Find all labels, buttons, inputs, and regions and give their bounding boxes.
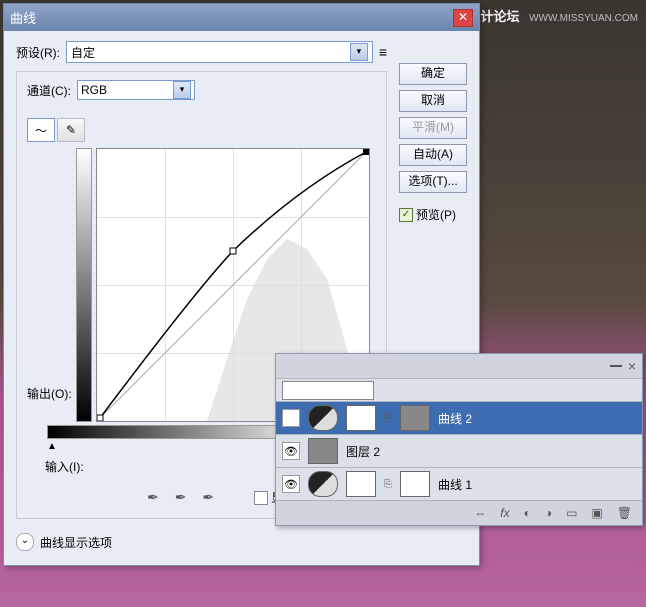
expand-icon: ⌄ xyxy=(16,533,34,551)
display-options-toggle[interactable]: ⌄ 曲线显示选项 xyxy=(16,533,387,551)
adjustment-layer-icon[interactable]: ◑ xyxy=(545,506,552,520)
preview-checkbox[interactable]: ✓ 预览(P) xyxy=(399,206,467,223)
layer-thumb[interactable] xyxy=(308,438,338,464)
checkbox-icon xyxy=(254,491,268,505)
fx-icon[interactable]: fx xyxy=(500,506,509,520)
titlebar[interactable]: 曲线 ✕ xyxy=(4,4,479,31)
mask-thumb[interactable] xyxy=(346,471,376,497)
input-label: 输入(I): xyxy=(45,460,84,474)
layer-name[interactable]: 图层 2 xyxy=(346,443,380,460)
link-layers-icon[interactable]: ⇔ xyxy=(474,506,486,520)
layer-name[interactable]: 曲线 1 xyxy=(438,476,472,493)
ok-button[interactable]: 确定 xyxy=(399,63,467,85)
mask-thumb[interactable] xyxy=(346,405,376,431)
link-icon: ⎘ xyxy=(384,479,392,490)
watermark-sub: WWW.MISSYUAN.COM xyxy=(529,13,638,24)
adjustment-thumb-icon xyxy=(308,471,338,497)
layer-row[interactable]: 👁 ⎘ 曲线 2 xyxy=(276,402,642,435)
minimize-icon[interactable] xyxy=(610,365,622,367)
new-layer-icon[interactable]: ▣ xyxy=(591,506,602,520)
preset-select[interactable]: 自定 ▾ xyxy=(66,41,373,63)
pencil-tool-icon[interactable]: ✎ xyxy=(57,118,85,142)
trash-icon[interactable]: 🗑 xyxy=(617,506,632,520)
smooth-button: 平滑(M) xyxy=(399,117,467,139)
group-icon[interactable]: ▭ xyxy=(566,506,577,520)
link-icon: ⎘ xyxy=(384,413,392,424)
gray-point-eyedropper-icon[interactable]: ✒ xyxy=(175,489,187,506)
cancel-button[interactable]: 取消 xyxy=(399,90,467,112)
auto-button[interactable]: 自动(A) xyxy=(399,144,467,166)
display-options-label: 曲线显示选项 xyxy=(40,534,112,551)
panel-footer: ⇔ fx ◐ ◑ ▭ ▣ 🗑 xyxy=(276,501,642,525)
chevron-down-icon: ▾ xyxy=(350,43,368,61)
layer-thumb[interactable] xyxy=(400,471,430,497)
preset-menu-icon[interactable]: ≡ xyxy=(379,44,387,60)
black-point-eyedropper-icon[interactable]: ✒ xyxy=(147,489,159,506)
mask-icon[interactable]: ◐ xyxy=(524,506,531,520)
checkbox-checked-icon: ✓ xyxy=(399,208,413,222)
layer-thumb[interactable] xyxy=(400,405,430,431)
visibility-eye-icon[interactable]: 👁 xyxy=(282,409,300,427)
blend-row xyxy=(276,379,642,402)
adjustment-thumb-icon xyxy=(308,405,338,431)
close-icon[interactable]: ✕ xyxy=(453,9,473,27)
preset-value: 自定 xyxy=(71,44,95,61)
channel-value: RGB xyxy=(81,83,107,97)
dialog-title: 曲线 xyxy=(10,8,36,27)
close-icon[interactable]: × xyxy=(628,358,636,374)
blend-mode-select[interactable] xyxy=(282,381,374,400)
white-point-eyedropper-icon[interactable]: ✒ xyxy=(202,489,214,506)
chevron-down-icon: ▾ xyxy=(173,81,191,99)
layer-row[interactable]: 👁 ⎘ 曲线 1 xyxy=(276,468,642,501)
visibility-eye-icon[interactable]: 👁 xyxy=(282,475,300,493)
panel-header[interactable]: × xyxy=(276,354,642,379)
options-button[interactable]: 选项(T)... xyxy=(399,171,467,193)
button-column: 确定 取消 平滑(M) 自动(A) 选项(T)... ✓ 预览(P) xyxy=(399,63,467,223)
curve-tool-icon[interactable]: 〜 xyxy=(27,118,55,142)
output-label: 输出(O): xyxy=(27,385,72,422)
preview-label: 预览(P) xyxy=(416,206,456,223)
channel-label: 通道(C): xyxy=(27,82,71,99)
preset-label: 预设(R): xyxy=(16,44,60,61)
layer-row[interactable]: 👁 图层 2 xyxy=(276,435,642,468)
layer-name[interactable]: 曲线 2 xyxy=(438,410,472,427)
output-gradient xyxy=(76,148,92,422)
channel-select[interactable]: RGB ▾ xyxy=(77,80,195,100)
visibility-eye-icon[interactable]: 👁 xyxy=(282,442,300,460)
layers-panel: × 👁 ⎘ 曲线 2 👁 图层 2 👁 ⎘ 曲线 1 ⇔ fx ◐ ◑ ▭ ▣ … xyxy=(275,353,643,526)
